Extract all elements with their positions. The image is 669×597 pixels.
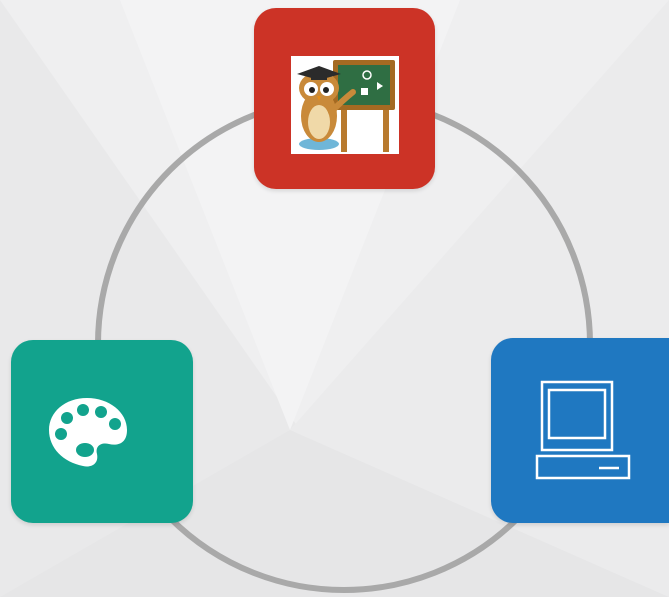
technology-tile[interactable]	[491, 338, 669, 523]
computer-monitor-icon	[535, 380, 631, 480]
owl-teacher-chalkboard-icon	[291, 56, 399, 154]
teaching-tile[interactable]	[254, 8, 435, 189]
art-tile[interactable]	[11, 340, 193, 523]
paint-palette-icon	[49, 398, 127, 467]
